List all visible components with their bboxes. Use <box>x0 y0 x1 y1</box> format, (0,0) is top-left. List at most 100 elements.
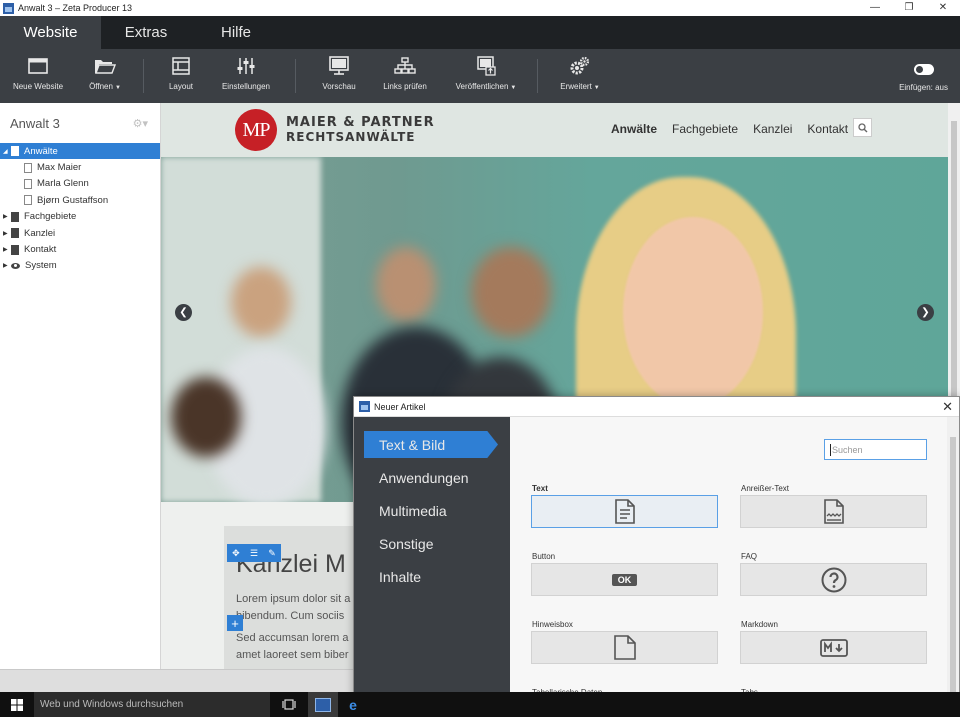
taskbar-edge[interactable]: e <box>338 692 368 717</box>
item-faq[interactable] <box>740 563 927 596</box>
dialog-category-list: Text & Bild Anwendungen Multimedia Sonst… <box>354 417 510 717</box>
sliders-icon <box>237 57 255 74</box>
toolbar-separator <box>143 59 144 93</box>
plus-icon: + <box>231 615 239 631</box>
tab-hilfe[interactable]: Hilfe <box>191 16 281 49</box>
sidebar-item-system[interactable]: ▶ System <box>0 258 160 274</box>
taskbar-zeta-producer[interactable] <box>308 692 338 717</box>
sitemap-icon <box>394 56 416 74</box>
sidebar-item-kontakt[interactable]: ▶ Kontakt <box>0 241 160 257</box>
pencil-icon[interactable]: ✎ <box>268 548 276 559</box>
sidebar-item-fachgebiete[interactable]: ▶ Fachgebiete <box>0 209 160 225</box>
site-nav-kontakt[interactable]: Kontakt <box>807 122 848 136</box>
edge-browser-icon: e <box>349 696 357 713</box>
search-icon <box>857 122 867 132</box>
collapse-arrow-icon[interactable]: ▶ <box>3 213 11 220</box>
page-icon <box>24 162 32 173</box>
item-hinweisbox[interactable] <box>531 631 718 664</box>
insert-toggle-label: Einfügen: aus <box>899 83 948 92</box>
sidebar-item-kanzlei[interactable]: ▶ Kanzlei <box>0 225 160 241</box>
monitor-icon <box>329 55 349 75</box>
toolbar-separator <box>537 59 538 93</box>
ribbon-tabs: Website Extras Hilfe <box>0 16 960 49</box>
page-icon <box>11 244 19 255</box>
move-icon[interactable]: ✥ <box>232 548 240 559</box>
content-paragraph: Lorem ipsum dolor sit a <box>236 593 351 605</box>
category-anwendungen[interactable]: Anwendungen <box>379 470 469 486</box>
slider-prev-button[interactable]: ❮ <box>175 304 192 321</box>
layout-button[interactable]: Layout <box>159 49 203 103</box>
close-icon[interactable]: ✕ <box>942 399 953 415</box>
insert-toggle-group: Einfügen: aus <box>899 49 948 103</box>
sidebar-item-anwaelte[interactable]: ◢ Anwälte <box>0 143 160 160</box>
category-inhalte[interactable]: Inhalte <box>379 569 421 585</box>
ok-button-icon: OK <box>611 573 638 586</box>
start-button[interactable] <box>0 692 34 717</box>
site-nav-anwaelte[interactable]: Anwälte <box>611 122 657 136</box>
item-text[interactable] <box>531 495 718 528</box>
close-icon[interactable]: ✕ <box>926 0 960 16</box>
dialog-scrollbar[interactable] <box>947 417 959 716</box>
article-edit-bar: ✥ ☰ ✎ <box>227 544 281 562</box>
item-label-teaser: Anreißer-Text <box>741 484 790 493</box>
expand-arrow-icon[interactable]: ◢ <box>3 148 11 155</box>
taskbar-search-input[interactable]: Web und Windows durchsuchen <box>34 692 270 717</box>
item-markdown[interactable] <box>740 631 927 664</box>
chevron-down-icon: ▼ <box>114 85 121 91</box>
check-links-button[interactable]: Links prüfen <box>380 49 430 103</box>
sidebar-item-bjorn-gustaffson[interactable]: Bjørn Gustaffson <box>0 192 160 208</box>
dialog-search-input[interactable]: Suchen <box>824 439 927 460</box>
category-sonstige[interactable]: Sonstige <box>379 536 433 552</box>
collapse-arrow-icon[interactable]: ▶ <box>3 230 11 237</box>
site-logo[interactable]: MP <box>235 109 277 151</box>
chevron-left-icon: ❮ <box>179 307 188 318</box>
windows-taskbar: Web und Windows durchsuchen e <box>0 692 960 717</box>
restore-icon[interactable]: ❐ <box>892 0 926 16</box>
chevron-down-icon: ▼ <box>593 85 600 91</box>
new-website-button[interactable]: Neue Website <box>10 49 66 103</box>
menu-icon[interactable]: ☰ <box>250 548 258 559</box>
new-article-dialog: Neuer Artikel ✕ Text & Bild Anwendungen … <box>353 396 960 717</box>
question-icon <box>821 567 846 592</box>
scrollbar-thumb[interactable] <box>950 437 956 712</box>
page-icon <box>11 211 19 222</box>
item-label-faq: FAQ <box>741 552 758 561</box>
site-nav-fachgebiete[interactable]: Fachgebiete <box>672 122 738 136</box>
site-header: MP MAIER & PARTNER RECHTSANWÄLTE Anwälte… <box>161 103 948 157</box>
windows-logo-icon <box>11 698 23 711</box>
page-icon <box>24 195 32 206</box>
collapse-arrow-icon[interactable]: ▶ <box>3 246 11 253</box>
minimize-icon[interactable]: — <box>858 0 892 16</box>
sidebar-item-marla-glenn[interactable]: Marla Glenn <box>0 176 160 192</box>
publish-button[interactable]: Veröffentlichen ▼ <box>452 49 520 103</box>
site-search-button[interactable] <box>853 118 872 137</box>
chevron-down-icon: ▼ <box>510 85 517 91</box>
open-button[interactable]: Öffnen ▼ <box>82 49 128 103</box>
settings-button[interactable]: Einstellungen <box>218 49 274 103</box>
sidebar-item-max-maier[interactable]: Max Maier <box>0 159 160 175</box>
item-button[interactable]: OK <box>531 563 718 596</box>
item-label-markdown: Markdown <box>741 620 778 629</box>
toolbar-separator <box>295 59 296 93</box>
category-text-bild[interactable]: Text & Bild <box>379 437 445 453</box>
content-paragraph: Sed accumsan lorem a <box>236 632 349 644</box>
site-nav-kanzlei[interactable]: Kanzlei <box>753 122 792 136</box>
add-article-button[interactable]: + <box>227 615 243 631</box>
advanced-button[interactable]: Erweitert ▼ <box>556 49 604 103</box>
collapse-arrow-icon[interactable]: ▶ <box>3 262 11 269</box>
slider-next-button[interactable]: ❯ <box>917 304 934 321</box>
sidebar-header: Anwalt 3 ⚙▾ <box>0 103 160 143</box>
publish-icon <box>477 55 496 76</box>
window-title: Anwalt 3 – Zeta Producer 13 <box>18 3 133 13</box>
gears-icon <box>570 56 590 74</box>
preview-button[interactable]: Vorschau <box>318 49 360 103</box>
tab-extras[interactable]: Extras <box>101 16 191 49</box>
gear-icon[interactable]: ⚙▾ <box>133 117 148 130</box>
tab-website[interactable]: Website <box>0 16 101 49</box>
task-view-button[interactable] <box>274 692 304 717</box>
insert-toggle[interactable] <box>913 64 934 75</box>
category-multimedia[interactable]: Multimedia <box>379 503 447 519</box>
item-teaser-text[interactable] <box>740 495 927 528</box>
content-paragraph: bibendum. Cum sociis <box>236 610 345 622</box>
zeta-producer-icon <box>315 697 331 712</box>
